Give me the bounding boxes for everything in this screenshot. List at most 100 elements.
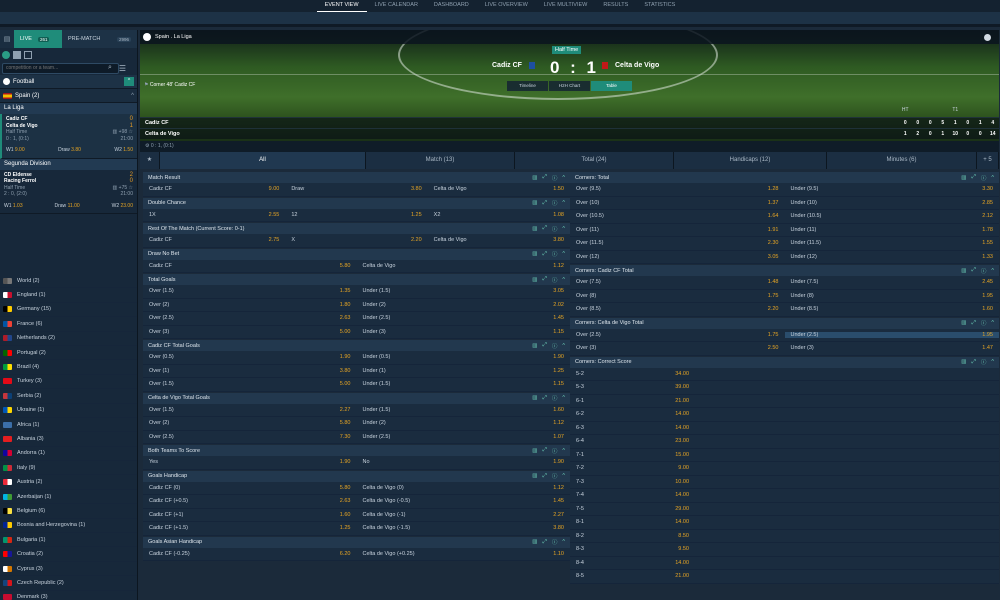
odds-cell[interactable]: Cadiz CF (+1.5) 1.25 (143, 525, 357, 531)
odds-button[interactable]: Draw 11.00 (55, 203, 80, 210)
info-icon[interactable]: ⓘ (981, 267, 987, 275)
nav-event-view[interactable]: EVENT VIEW (316, 0, 367, 12)
odds-cell[interactable]: Under (3) 1.15 (357, 329, 571, 335)
odds-cell[interactable]: Under (2.5) 1.95 (784, 331, 999, 338)
odds-cell[interactable]: Under (12) 1.33 (785, 254, 1000, 260)
odds-cell[interactable]: Over (0.5) 1.90 (143, 354, 357, 360)
market-header[interactable]: Corners: Total ▥ ⤢ ⓘ ^ (570, 172, 999, 183)
market-header[interactable]: Both Teams To Score ▥ ⤢ ⓘ ^ (143, 445, 570, 456)
market-header[interactable]: Goals Asian Handicap ▥ ⤢ ⓘ ^ (143, 536, 570, 548)
odds-cell[interactable]: Under (11) 1.78 (785, 227, 1000, 233)
info-icon[interactable]: ⓘ (552, 472, 558, 480)
market-header[interactable]: Goals Handicap ▥ ⤢ ⓘ ^ (143, 470, 570, 482)
odds-cell[interactable]: Under (10.5) 2.12 (785, 213, 1000, 219)
odds-cell[interactable]: Under (2.5) 1.45 (357, 315, 571, 321)
info-icon[interactable]: ⓘ (552, 199, 558, 207)
odds-cell[interactable]: Over (2.5) 1.75 (570, 332, 785, 338)
info-icon[interactable]: ⓘ (552, 342, 558, 350)
odds-cell[interactable]: Under (1) 1.25 (357, 368, 571, 374)
odds-cell[interactable]: Over (1) 3.80 (143, 368, 357, 374)
odds-cell[interactable]: Cadiz CF (-0.25) 6.20 (143, 551, 357, 557)
sport-football[interactable]: Football ^ (0, 75, 137, 89)
tab-all[interactable]: All (160, 152, 366, 169)
odds-cell[interactable]: 6-2 14.00 (570, 411, 695, 417)
header-button-timeline[interactable]: Timeline (507, 81, 548, 91)
odds-button[interactable]: W2 1.50 (114, 147, 133, 154)
odds-cell[interactable]: Under (3) 1.47 (785, 345, 1000, 351)
odds-cell[interactable]: Over (1.5) 2.27 (143, 407, 357, 413)
country-item[interactable]: Italy (9) (0, 461, 137, 476)
stats-chart-icon[interactable]: ▥ (532, 200, 537, 206)
pin-icon[interactable]: ⤢ (542, 174, 546, 181)
match-card[interactable]: CD Eldense 2 Racing Ferrol 0 Half Time ▥ +75 … (0, 170, 137, 214)
odds-cell[interactable]: Celta de Vigo 1.50 (428, 186, 570, 192)
country-item[interactable]: Andorra (1) (0, 447, 137, 462)
odds-cell[interactable]: X 2.20 (285, 237, 427, 243)
market-header[interactable]: Total Goals ▥ ⤢ ⓘ ^ (143, 274, 570, 285)
country-item[interactable]: Austria (2) (0, 475, 137, 490)
odds-cell[interactable]: Yes 1.90 (143, 459, 357, 465)
market-header[interactable]: Corners: Cadiz CF Total ▥ ⤢ ⓘ ^ (570, 265, 999, 276)
odds-cell[interactable]: Cadiz CF (+0.5) 2.63 (143, 498, 357, 504)
odds-cell[interactable]: Over (7.5) 1.48 (570, 279, 785, 285)
odds-cell[interactable]: Over (11) 1.91 (570, 227, 785, 233)
odds-cell[interactable]: Under (10) 2.85 (785, 200, 1000, 206)
odds-cell[interactable]: Over (8) 1.75 (570, 293, 785, 299)
pin-icon[interactable]: ⤢ (971, 320, 975, 327)
odds-button[interactable]: W1 9.00 (6, 147, 25, 154)
league-header[interactable]: La Liga (0, 103, 137, 114)
country-item[interactable]: England (1) (0, 288, 137, 303)
stats-chart-icon[interactable]: ▥ (532, 277, 537, 283)
pin-icon[interactable]: ⤢ (971, 359, 975, 366)
info-icon[interactable]: ⓘ (552, 174, 558, 182)
country-item[interactable]: Denmark (3) (0, 591, 137, 600)
info-icon[interactable]: ⓘ (552, 276, 558, 284)
odds-cell[interactable]: Over (9.5) 1.28 (570, 186, 785, 192)
odds-cell[interactable]: Over (2.5) 7.30 (143, 434, 357, 440)
info-icon[interactable]: ⓘ (552, 225, 558, 233)
odds-cell[interactable]: Celta de Vigo 3.80 (428, 237, 570, 243)
pin-icon[interactable]: ⤢ (542, 200, 546, 207)
country-item[interactable]: World (2) (0, 274, 137, 289)
collapse-icon[interactable]: ^ (991, 320, 994, 326)
country-item[interactable]: Croatia (2) (0, 547, 137, 562)
collapse-icon[interactable]: ^ (124, 77, 134, 86)
monitor-icon[interactable] (13, 50, 21, 59)
odds-cell[interactable]: Over (1.5) 5.00 (143, 381, 357, 387)
country-item[interactable]: Bulgaria (1) (0, 533, 137, 548)
country-item[interactable]: Ukraine (1) (0, 404, 137, 418)
pin-icon[interactable]: ⤢ (542, 447, 546, 454)
globe-icon[interactable] (2, 50, 10, 59)
nav-results[interactable]: RESULTS (595, 0, 636, 12)
market-header[interactable]: Match Result ▥ ⤢ ⓘ ^ (143, 172, 570, 183)
country-item[interactable]: Cyprus (3) (0, 562, 137, 577)
info-icon[interactable]: ⓘ (552, 538, 558, 546)
odds-button[interactable]: Draw 3.80 (58, 147, 81, 154)
tab-pre-match[interactable]: PRE-MATCH 2996 (62, 30, 137, 48)
country-item[interactable]: Bosnia and Herzegovina (1) (0, 519, 137, 534)
odds-cell[interactable]: Celta de Vigo (-1) 2.27 (357, 512, 571, 518)
odds-cell[interactable]: 6-1 21.00 (570, 398, 695, 404)
odds-cell[interactable]: Under (1.5) 1.60 (357, 407, 571, 413)
country-item[interactable]: France (6) (0, 317, 137, 332)
country-item[interactable]: Africa (1) (0, 418, 137, 433)
collapse-icon[interactable]: ^ (562, 473, 565, 479)
collapse-icon[interactable]: ^ (562, 448, 565, 454)
odds-cell[interactable]: 8-2 8.50 (570, 533, 695, 539)
collapse-icon[interactable]: ^ (562, 226, 565, 232)
list-icon[interactable] (24, 50, 32, 59)
tab-minutes[interactable]: Minutes (6) (827, 152, 977, 169)
odds-cell[interactable]: Over (1.5) 1.35 (143, 288, 357, 294)
odds-cell[interactable]: 5-3 39.00 (570, 384, 695, 390)
country-item[interactable]: Netherlands (2) (0, 332, 137, 346)
odds-cell[interactable]: X2 1.08 (428, 212, 570, 218)
odds-cell[interactable]: 7-5 29.00 (570, 506, 695, 512)
market-header[interactable]: Rest Of The Match (Current Score: 0-1) ▥ ⤢… (143, 223, 570, 234)
info-icon[interactable]: ⓘ (552, 447, 558, 455)
search-icon[interactable]: ⌕ (108, 64, 112, 72)
odds-cell[interactable]: Over (2) 1.80 (143, 302, 357, 308)
odds-cell[interactable]: Under (11.5) 1.55 (785, 240, 1000, 246)
menu-icon[interactable]: ▤ (0, 35, 14, 43)
collapse-icon[interactable]: ^ (562, 539, 565, 545)
close-icon[interactable] (984, 34, 991, 41)
